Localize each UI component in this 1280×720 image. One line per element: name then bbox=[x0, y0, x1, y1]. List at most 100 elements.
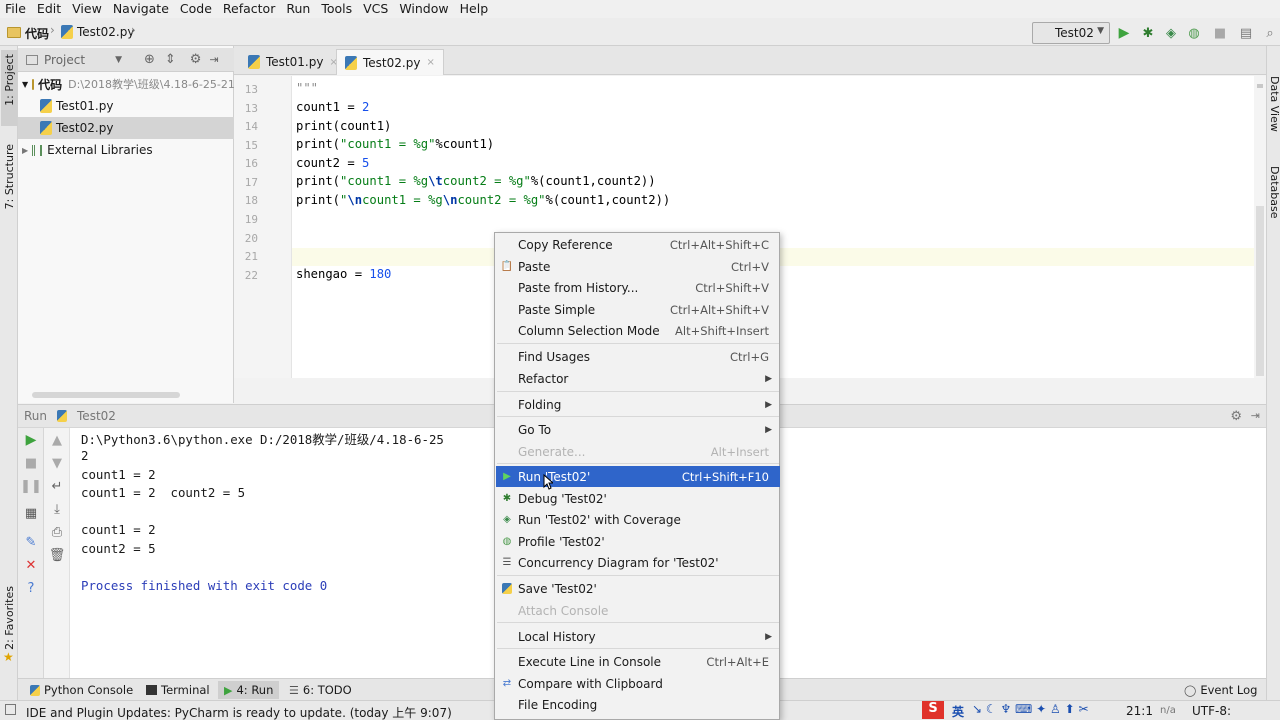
menu-item-file-encoding[interactable]: File Encoding bbox=[496, 694, 780, 715]
profile-icon[interactable]: ◍ bbox=[1186, 25, 1202, 41]
console-line-exit: Process finished with exit code 0 bbox=[81, 578, 328, 593]
tree-item-test02[interactable]: Test02.py bbox=[18, 117, 234, 139]
menu-item-run-with-coverage[interactable]: ◈ Run 'Test02' with Coverage bbox=[496, 509, 780, 530]
up-arrow-icon[interactable]: ▲ bbox=[49, 432, 65, 448]
soft-wrap-icon[interactable]: ↵ bbox=[49, 478, 65, 494]
menu-item-find-usages[interactable]: Find Usages Ctrl+G bbox=[496, 346, 780, 367]
tree-item-test01[interactable]: Test01.py bbox=[18, 95, 234, 117]
pin-icon[interactable]: ✎ bbox=[23, 534, 39, 550]
tool-window-project[interactable]: 1: Project bbox=[3, 54, 16, 106]
caret-position[interactable]: 21:1 bbox=[1126, 704, 1153, 718]
tool-window-favorites[interactable]: 2: Favorites bbox=[3, 586, 16, 650]
help-icon[interactable]: ? bbox=[23, 580, 39, 596]
tab-test01[interactable]: Test01.py × bbox=[240, 49, 346, 75]
tab-todo[interactable]: ☰ 6: TODO bbox=[283, 681, 358, 699]
down-arrow-icon[interactable]: ▼ bbox=[49, 455, 65, 471]
tree-root[interactable]: ▼ 代码 D:\2018教学\班级\4.18-6-25-21 bbox=[18, 73, 234, 95]
menu-file[interactable]: File bbox=[0, 0, 32, 18]
tool-window-structure[interactable]: 7: Structure bbox=[3, 144, 16, 209]
layout-icon[interactable]: ▦ bbox=[23, 505, 39, 521]
menu-item-local-history[interactable]: Local History ▶ bbox=[496, 626, 780, 647]
rerun-icon[interactable]: ▶ bbox=[23, 432, 39, 448]
project-panel-header: Project ▼ ⊕ ⇕ ⚙ ⇥ bbox=[18, 48, 234, 72]
scroll-from-source-icon[interactable]: ⊕ bbox=[144, 52, 155, 67]
run-panel-config[interactable]: Test02 bbox=[77, 409, 116, 423]
menu-view[interactable]: View bbox=[67, 0, 108, 18]
menu-item-paste-simple[interactable]: Paste Simple Ctrl+Alt+Shift+V bbox=[496, 299, 780, 320]
horizontal-scrollbar[interactable] bbox=[32, 392, 180, 398]
menu-vcs[interactable]: VCS bbox=[358, 0, 394, 18]
status-toggle-icon[interactable] bbox=[5, 704, 16, 715]
run-icon[interactable]: ▶ bbox=[1116, 25, 1132, 41]
pause-icon[interactable]: ❚❚ bbox=[20, 478, 42, 494]
menu-item-run[interactable]: ▶ Run 'Test02' Ctrl+Shift+F10 bbox=[496, 466, 780, 487]
menu-item-concurrency-diagram[interactable]: ☰ Concurrency Diagram for 'Test02' bbox=[496, 552, 780, 573]
code-line: """ bbox=[296, 81, 319, 95]
line-number: 13 bbox=[244, 83, 258, 96]
hide-icon[interactable]: ⇥ bbox=[1251, 409, 1260, 422]
menu-item-folding[interactable]: Folding ▶ bbox=[496, 394, 780, 415]
gear-icon[interactable]: ⚙ bbox=[190, 52, 202, 67]
chevron-down-icon[interactable]: ▼ bbox=[115, 55, 122, 65]
menu-item-refactor[interactable]: Refactor ▶ bbox=[496, 368, 780, 389]
stop-icon[interactable]: ■ bbox=[1212, 25, 1228, 41]
menu-item-column-selection[interactable]: Column Selection Mode Alt+Shift+Insert bbox=[496, 320, 780, 341]
menu-window[interactable]: Window bbox=[394, 0, 454, 18]
menu-item-save[interactable]: Save 'Test02' bbox=[496, 578, 780, 599]
menu-item-paste-from-history[interactable]: Paste from History... Ctrl+Shift+V bbox=[496, 277, 780, 298]
tree-external-libraries[interactable]: ▶ External Libraries bbox=[18, 139, 234, 161]
hide-icon[interactable]: ⇥ bbox=[209, 53, 218, 66]
menu-item-profile[interactable]: ◍ Profile 'Test02' bbox=[496, 531, 780, 552]
menu-item-paste[interactable]: 📋 Paste Ctrl+V bbox=[496, 256, 780, 277]
gear-icon[interactable]: ⚙ bbox=[1230, 409, 1242, 424]
menu-edit[interactable]: Edit bbox=[32, 0, 67, 18]
tab-terminal[interactable]: Terminal bbox=[140, 681, 216, 699]
python-file-icon bbox=[40, 121, 52, 135]
scroll-to-end-icon[interactable]: ⤓ bbox=[49, 501, 65, 517]
print-icon[interactable]: ⎙ bbox=[49, 524, 65, 540]
line-number: 22 bbox=[244, 269, 258, 282]
menu-item-execute-line[interactable]: Execute Line in Console Ctrl+Alt+E bbox=[496, 651, 780, 672]
ime-toolbar-icon[interactable]: ↘ ☾ ♆ ⌨ ✦ ♙ ⬆ ✂ bbox=[972, 702, 1089, 716]
python-file-icon bbox=[248, 55, 260, 69]
stop-icon[interactable]: ■ bbox=[23, 455, 39, 471]
menu-item-go-to[interactable]: Go To ▶ bbox=[496, 419, 780, 440]
ime-language[interactable]: 英 bbox=[952, 703, 964, 720]
menu-run[interactable]: Run bbox=[281, 0, 316, 18]
editor-context-menu: Copy Reference Ctrl+Alt+Shift+C 📋 Paste Ct… bbox=[494, 232, 780, 720]
scrollbar-thumb[interactable] bbox=[1256, 206, 1264, 376]
tool-window-data-view[interactable]: Data View bbox=[1268, 76, 1280, 132]
collapse-all-icon[interactable]: ⇕ bbox=[165, 52, 176, 67]
search-everywhere-icon[interactable]: ⌕ bbox=[1262, 25, 1278, 41]
breadcrumb-root[interactable]: 代码 bbox=[25, 25, 49, 42]
project-view-label[interactable]: Project bbox=[44, 53, 85, 67]
project-structure-icon[interactable]: ▤ bbox=[1238, 25, 1254, 41]
trash-icon[interactable]: 🗑 bbox=[49, 547, 66, 563]
close-icon[interactable]: ✕ bbox=[23, 557, 39, 573]
menu-navigate[interactable]: Navigate bbox=[108, 0, 175, 18]
menu-item-debug[interactable]: ✱ Debug 'Test02' bbox=[496, 488, 780, 509]
menu-refactor[interactable]: Refactor bbox=[218, 0, 281, 18]
breadcrumb-file[interactable]: Test02.py bbox=[77, 25, 134, 39]
file-encoding[interactable]: UTF-8: bbox=[1192, 704, 1231, 718]
editor-scrollbar[interactable] bbox=[1254, 76, 1266, 378]
tab-python-console[interactable]: Python Console bbox=[24, 681, 139, 699]
debug-icon[interactable]: ✱ bbox=[1140, 25, 1156, 41]
menu-tools[interactable]: Tools bbox=[316, 0, 358, 18]
tab-test02[interactable]: Test02.py × bbox=[336, 49, 444, 75]
line-separator[interactable]: n/a bbox=[1160, 705, 1176, 716]
tab-run[interactable]: ▶ 4: Run bbox=[218, 681, 280, 699]
status-message[interactable]: IDE and Plugin Updates: PyCharm is ready… bbox=[26, 704, 452, 720]
menu-code[interactable]: Code bbox=[175, 0, 218, 18]
menu-item-compare-clipboard[interactable]: ⇄ Compare with Clipboard bbox=[496, 673, 780, 694]
menu-item-copy-reference[interactable]: Copy Reference Ctrl+Alt+Shift+C bbox=[496, 234, 780, 255]
expand-arrow-icon[interactable]: ▼ bbox=[22, 80, 28, 89]
close-icon[interactable]: × bbox=[426, 57, 434, 68]
run-config-select[interactable]: Test02 ▼ bbox=[1032, 22, 1110, 44]
tool-window-database[interactable]: Database bbox=[1268, 166, 1280, 219]
expand-arrow-icon[interactable]: ▶ bbox=[22, 146, 28, 155]
menu-help[interactable]: Help bbox=[455, 0, 495, 18]
tab-event-log[interactable]: ◯ Event Log bbox=[1178, 681, 1263, 699]
code-line: print("count1 = %g\tcount2 = %g"%(count1… bbox=[296, 174, 656, 188]
coverage-icon[interactable]: ◈ bbox=[1163, 25, 1179, 41]
